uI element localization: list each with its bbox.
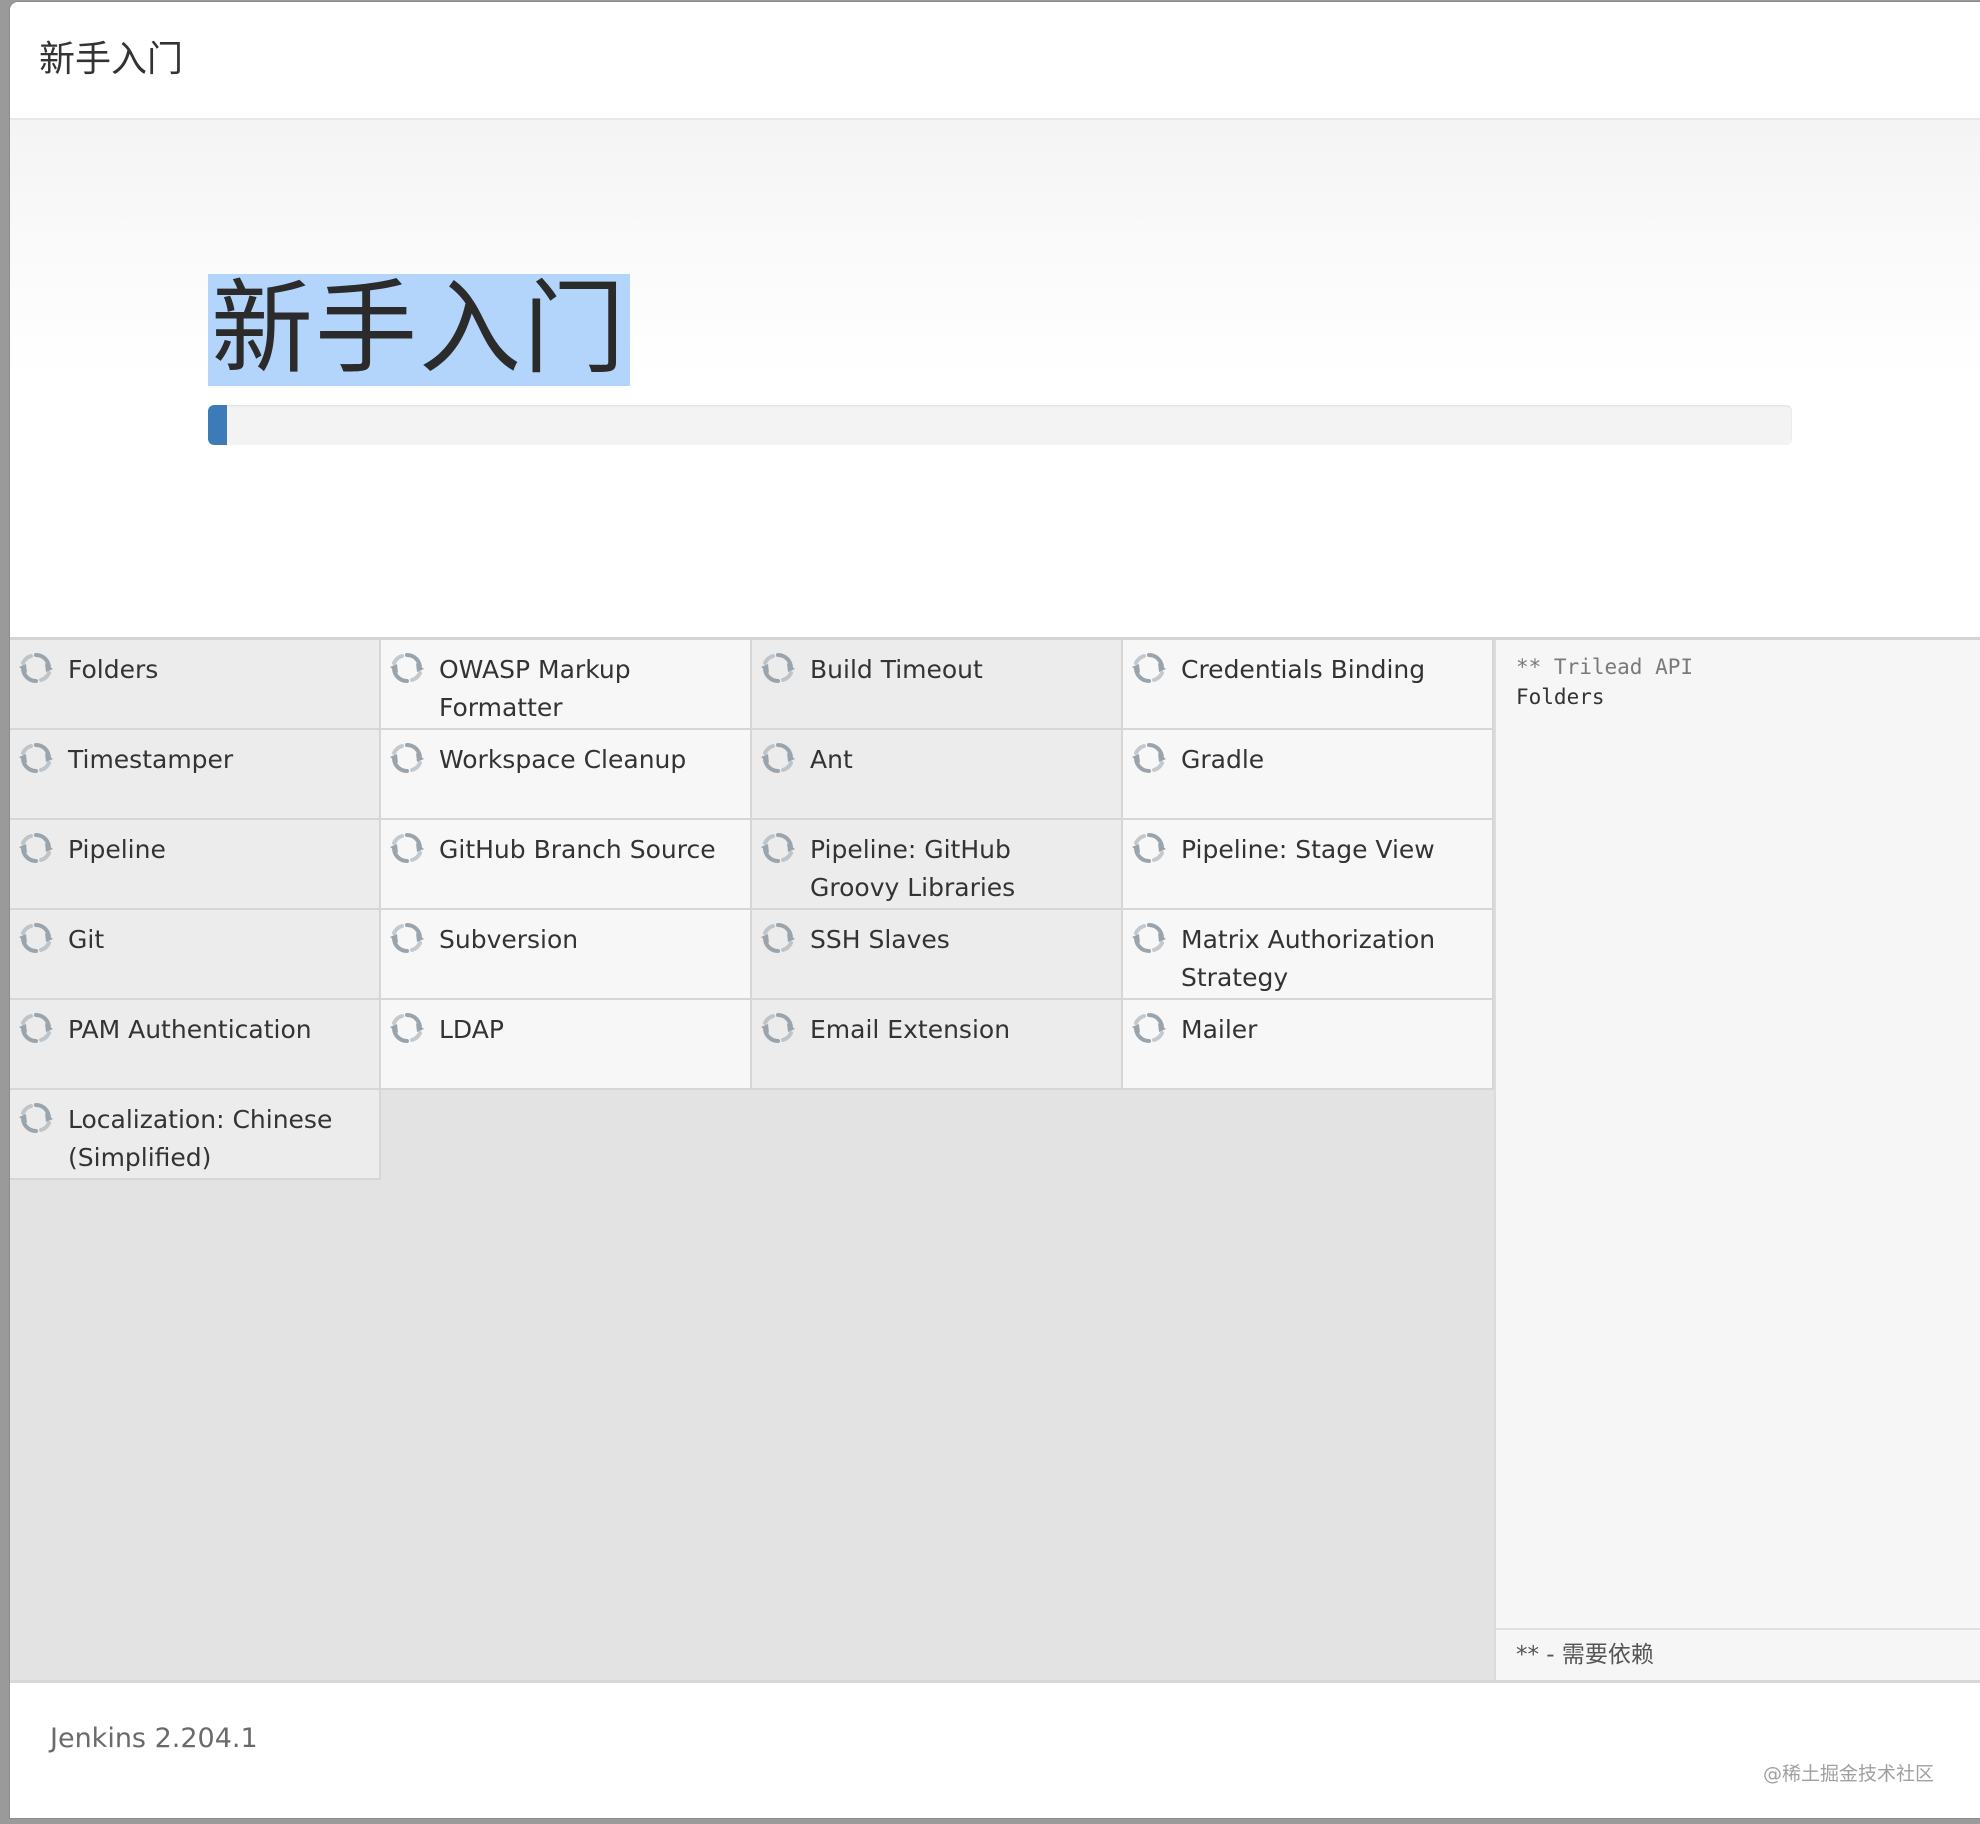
plugin-item: Git — [10, 910, 381, 1000]
watermark: @稀土掘金技术社区 — [1762, 1763, 1934, 1785]
plugin-item: OWASP Markup Formatter — [381, 640, 752, 730]
plugin-name: OWASP Markup Formatter — [439, 655, 631, 722]
refresh-icon — [1132, 1013, 1166, 1043]
plugin-name: Pipeline: GitHub Groovy Libraries — [810, 835, 1016, 902]
setup-wizard-window: 新手入门 新手入门 Folders OWASP Markup Formatter B… — [10, 2, 1980, 1818]
plugin-item: Matrix Authorization Strategy — [1123, 910, 1494, 1000]
plugin-item: Pipeline — [10, 820, 381, 910]
plugin-item: Workspace Cleanup — [381, 730, 752, 820]
jenkins-version: Jenkins 2.204.1 — [50, 1723, 258, 1754]
plugin-name: Credentials Binding — [1181, 655, 1426, 684]
plugin-name: Ant — [810, 745, 853, 774]
refresh-icon — [390, 833, 424, 863]
plugin-name: Timestamper — [68, 745, 234, 774]
plugin-install-area: Folders OWASP Markup Formatter Build Timeo… — [10, 640, 1494, 1680]
log-legend: ** - 需要依赖 — [1496, 1628, 1980, 1680]
refresh-icon — [19, 1013, 53, 1043]
plugin-item: Ant — [752, 730, 1123, 820]
header-title: 新手入门 — [39, 39, 184, 80]
plugin-name: Matrix Authorization Strategy — [1181, 925, 1436, 992]
plugin-item: Folders — [10, 640, 381, 730]
plugin-name: Localization: Chinese (Simplified) — [68, 1105, 333, 1172]
plugin-name: Subversion — [439, 925, 579, 954]
refresh-icon — [761, 1013, 795, 1043]
plugin-name: Email Extension — [810, 1015, 1011, 1044]
refresh-icon — [761, 743, 795, 773]
refresh-icon — [1132, 923, 1166, 953]
refresh-icon — [761, 923, 795, 953]
plugin-name: PAM Authentication — [68, 1015, 312, 1044]
refresh-icon — [390, 1013, 424, 1043]
install-log-panel[interactable]: ** Trilead API Folders ** - 需要依赖 — [1494, 640, 1980, 1680]
refresh-icon — [1132, 833, 1166, 863]
dependency-legend: ** - 需要依赖 — [1516, 1642, 1654, 1668]
refresh-icon — [19, 1103, 53, 1133]
progress-fill — [208, 405, 227, 445]
plugin-item: Email Extension — [752, 1000, 1123, 1090]
plugin-item: Subversion — [381, 910, 752, 1000]
plugin-name: GitHub Branch Source — [439, 835, 716, 864]
plugin-item: Gradle — [1123, 730, 1494, 820]
plugin-name: Git — [68, 925, 105, 954]
refresh-icon — [1132, 653, 1166, 683]
plugin-name: Mailer — [1181, 1015, 1258, 1044]
plugin-item: Pipeline: GitHub Groovy Libraries — [752, 820, 1123, 910]
header-bar: 新手入门 — [10, 2, 1980, 120]
refresh-icon — [761, 833, 795, 863]
refresh-icon — [19, 743, 53, 773]
plugin-item: Mailer — [1123, 1000, 1494, 1090]
plugin-item: SSH Slaves — [752, 910, 1123, 1000]
plugin-item: Credentials Binding — [1123, 640, 1494, 730]
plugin-item: LDAP — [381, 1000, 752, 1090]
refresh-icon — [390, 653, 424, 683]
log-line-current: Folders — [1516, 685, 1605, 709]
refresh-icon — [390, 743, 424, 773]
plugin-name: Gradle — [1181, 745, 1265, 774]
log-line-dependency: ** Trilead API — [1516, 655, 1694, 679]
plugin-item: GitHub Branch Source — [381, 820, 752, 910]
plugin-item: Timestamper — [10, 730, 381, 820]
plugin-name: Build Timeout — [810, 655, 983, 684]
refresh-icon — [1132, 743, 1166, 773]
plugin-name: LDAP — [439, 1015, 504, 1044]
plugin-item: Build Timeout — [752, 640, 1123, 730]
refresh-icon — [390, 923, 424, 953]
plugin-item: Pipeline: Stage View — [1123, 820, 1494, 910]
plugin-grid: Folders OWASP Markup Formatter Build Timeo… — [10, 640, 1494, 1180]
refresh-icon — [19, 923, 53, 953]
refresh-icon — [19, 653, 53, 683]
plugin-item: Localization: Chinese (Simplified) — [10, 1090, 381, 1180]
refresh-icon — [19, 833, 53, 863]
plugin-name: Workspace Cleanup — [439, 745, 687, 774]
plugin-name: Pipeline — [68, 835, 166, 864]
plugin-item: PAM Authentication — [10, 1000, 381, 1090]
plugin-name: Pipeline: Stage View — [1181, 835, 1435, 864]
install-progress-bar — [208, 405, 1792, 445]
install-log-text: ** Trilead API Folders — [1516, 652, 1693, 712]
hero-panel: 新手入门 — [10, 120, 1980, 640]
plugin-name: SSH Slaves — [810, 925, 950, 954]
footer: Jenkins 2.204.1 @稀土掘金技术社区 — [10, 1680, 1980, 1818]
page-title: 新手入门 — [208, 274, 630, 386]
refresh-icon — [761, 653, 795, 683]
plugin-name: Folders — [68, 655, 159, 684]
